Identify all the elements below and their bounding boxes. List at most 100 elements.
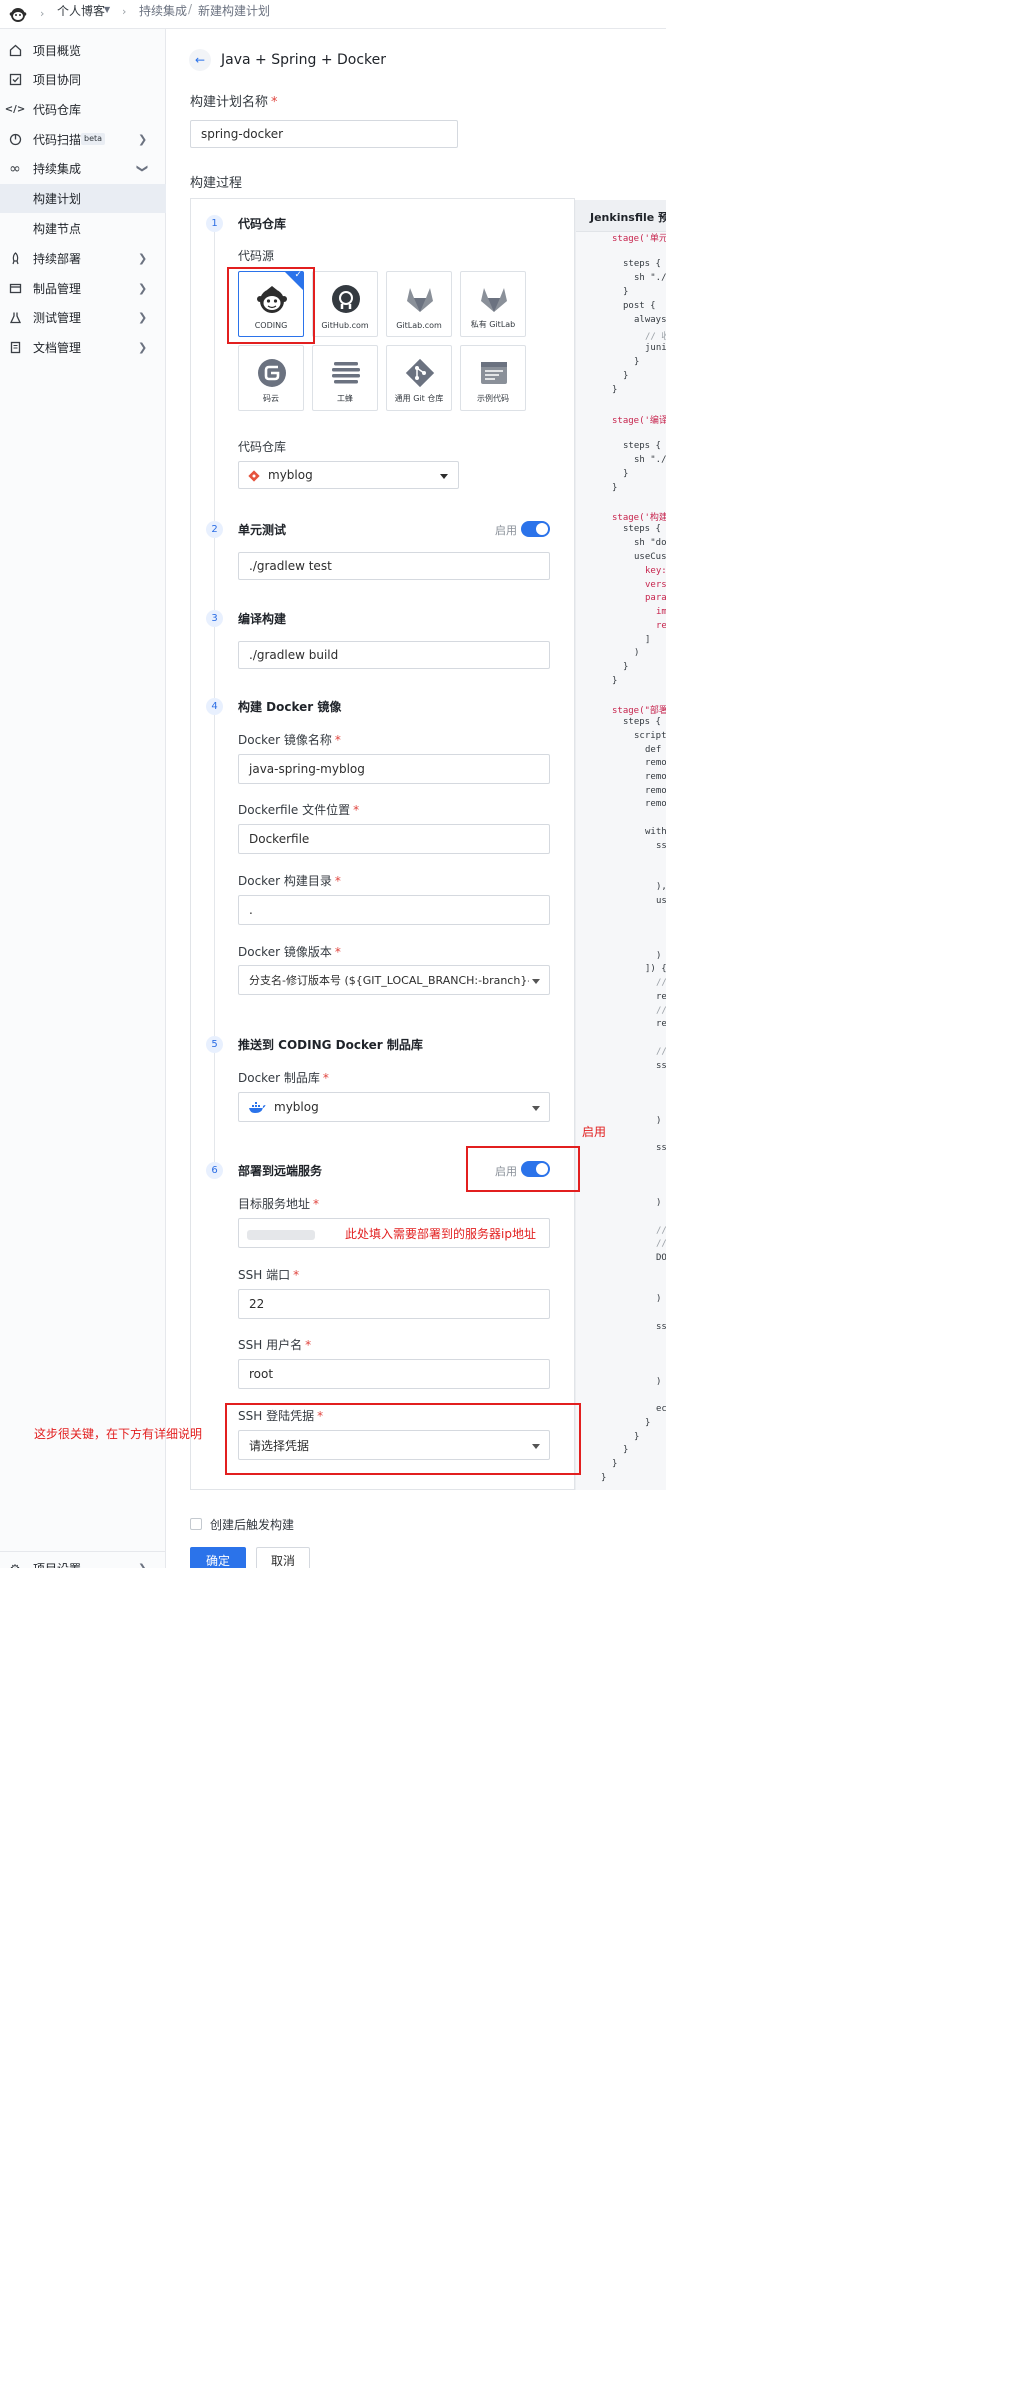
auto-trigger-label[interactable]: 创建后触发构建 — [210, 1516, 294, 1533]
box-icon — [8, 282, 22, 296]
code-line: } — [623, 469, 629, 479]
code-line: key: — [645, 566, 666, 576]
image-name-label: Docker 镜像名称 * — [238, 733, 341, 747]
source-tile-gitee[interactable]: 码云 — [238, 345, 304, 411]
dockerfile-input[interactable]: Dockerfile — [238, 824, 550, 854]
sidebar-item-label: 持续部署 — [33, 252, 82, 266]
gear-icon: ⚙ — [8, 1562, 22, 1569]
code-line: ssh — [656, 841, 666, 851]
chevron-right-icon: ❯ — [138, 282, 148, 295]
gitlab-logo-icon — [407, 288, 433, 312]
code-line: // — [656, 1047, 666, 1057]
jenkinsfile-preview[interactable]: Jenkinsfile 预览 stage('单元 steps {sh "./g} p… — [575, 200, 666, 1490]
sidebar-item-collab[interactable]: 项目协同 — [0, 65, 166, 94]
ssh-port-input[interactable]: 22 — [238, 1289, 550, 1319]
scan-icon — [8, 133, 22, 147]
arrow-left-icon: ← — [194, 53, 206, 67]
code-line: } — [612, 385, 618, 395]
source-tile-label: GitHub.com — [321, 321, 369, 330]
breadcrumb-page: 新建构建计划 — [198, 4, 271, 18]
source-tile-gitlab[interactable]: GitLab.com — [386, 271, 452, 337]
code-line: rep — [656, 621, 666, 631]
unit-test-command-input[interactable]: ./gradlew test — [238, 552, 550, 580]
sample-code-icon — [481, 362, 507, 384]
sidebar-item-label: 制品管理 — [33, 282, 82, 296]
code-line: ), — [656, 882, 666, 892]
image-name-input[interactable]: java-spring-myblog — [238, 754, 550, 784]
build-command-input[interactable]: ./gradlew build — [238, 641, 550, 669]
chevron-right-icon: ❯ — [138, 252, 148, 265]
unit-test-toggle[interactable] — [521, 521, 550, 537]
sidebar-item-ci[interactable]: ∞ 持续集成 ❯ — [0, 154, 166, 183]
sidebar-item-settings[interactable]: ⚙ 项目设置 ❯ — [0, 1554, 166, 1569]
image-version-select[interactable]: 分支名-修订版本号 (${GIT_LOCAL_BRANCH:-branch}-$… — [238, 965, 550, 995]
sidebar-item-artifacts[interactable]: 制品管理 ❯ — [0, 274, 166, 303]
code-line: } — [612, 1459, 618, 1469]
code-line: sh "./g — [634, 273, 666, 283]
source-tile-generic-git[interactable]: 通用 Git 仓库 — [386, 345, 452, 411]
ssh-user-input[interactable]: root — [238, 1359, 550, 1389]
code-line: stage('构建 — [612, 513, 666, 523]
auto-trigger-checkbox[interactable] — [190, 1518, 202, 1530]
chevron-down-icon: ❯ — [136, 163, 150, 174]
app-logo-icon[interactable] — [9, 5, 27, 23]
infinity-icon: ∞ — [9, 160, 21, 177]
flask-icon — [8, 311, 22, 325]
code-line: ) — [634, 648, 640, 658]
image-version-label: Docker 镜像版本 * — [238, 945, 341, 959]
dockerfile-label: Dockerfile 文件位置 * — [238, 803, 360, 817]
code-line: } — [645, 1418, 651, 1428]
chevron-right-icon: ❯ — [138, 133, 148, 146]
check-square-icon — [8, 73, 22, 87]
step-number: 2 — [206, 521, 223, 538]
sidebar-item-overview[interactable]: 项目概览 — [0, 36, 166, 65]
repo-select[interactable]: myblog — [238, 461, 459, 489]
code-line: ] — [645, 635, 651, 645]
ssh-user-label: SSH 用户名 * — [238, 1338, 312, 1352]
sidebar-subitem-build-plan[interactable]: 构建计划 — [0, 184, 166, 213]
cancel-button[interactable]: 取消 — [256, 1547, 310, 1568]
step-title: 单元测试 — [238, 523, 287, 537]
rocket-icon — [8, 252, 22, 266]
code-line: versi — [645, 580, 666, 590]
code-line: } — [634, 1432, 640, 1442]
chevron-down-icon[interactable]: ▼ — [104, 5, 110, 14]
code-line: } — [623, 1445, 629, 1455]
code-line: always — [634, 315, 666, 325]
sidebar-subitem-label: 构建节点 — [33, 222, 82, 236]
code-line: stage('单元 — [612, 234, 666, 244]
breadcrumb-section[interactable]: 持续集成 — [139, 2, 187, 19]
code-line: } — [623, 371, 629, 381]
sidebar-item-scan[interactable]: 代码扫描 beta ❯ — [0, 125, 166, 154]
sidebar-subitem-build-node[interactable]: 构建节点 — [0, 214, 166, 243]
code-line: ssh — [656, 1322, 666, 1332]
source-tile-label: 通用 Git 仓库 — [394, 394, 444, 403]
coding-repo-icon — [248, 470, 260, 482]
sidebar-item-repo[interactable]: </> 代码仓库 — [0, 95, 166, 124]
build-context-input[interactable]: . — [238, 895, 550, 925]
sidebar: 项目概览 项目协同 </> 代码仓库 代码扫描 beta ❯ ∞ 持续集成 ❯ … — [0, 29, 166, 1568]
sidebar-item-cd[interactable]: 持续部署 ❯ — [0, 244, 166, 273]
plan-name-label: 构建计划名称 * — [190, 95, 278, 110]
gongfeng-logo-icon — [332, 362, 360, 384]
source-tile-sample-code[interactable]: 示例代码 — [460, 345, 526, 411]
code-line: } — [623, 287, 629, 297]
source-tile-github[interactable]: GitHub.com — [312, 271, 378, 337]
source-tile-gongfeng[interactable]: 工蜂 — [312, 345, 378, 411]
sidebar-item-docs[interactable]: 文档管理 ❯ — [0, 333, 166, 362]
breadcrumb-project[interactable]: 个人博客 — [57, 2, 105, 19]
sidebar-item-testing[interactable]: 测试管理 ❯ — [0, 303, 166, 332]
plan-name-input[interactable]: spring-docker — [190, 120, 458, 148]
step-number: 6 — [206, 1162, 223, 1179]
toggle-knob — [536, 523, 548, 535]
code-line: ) — [656, 951, 662, 961]
annotation-ip-note: 此处填入需要部署到的服务器ip地址 — [345, 1227, 536, 1241]
docker-registry-select[interactable]: myblog — [238, 1092, 550, 1122]
repo-label: 代码仓库 — [238, 440, 287, 454]
code-line: remot — [645, 772, 666, 782]
source-tile-private-gitlab[interactable]: 私有 GitLab — [460, 271, 526, 337]
confirm-button[interactable]: 确定 — [190, 1547, 246, 1568]
back-button[interactable]: ← — [189, 49, 211, 71]
sidebar-item-label: 项目概览 — [33, 44, 82, 58]
chevron-right-icon: ❯ — [138, 341, 148, 354]
